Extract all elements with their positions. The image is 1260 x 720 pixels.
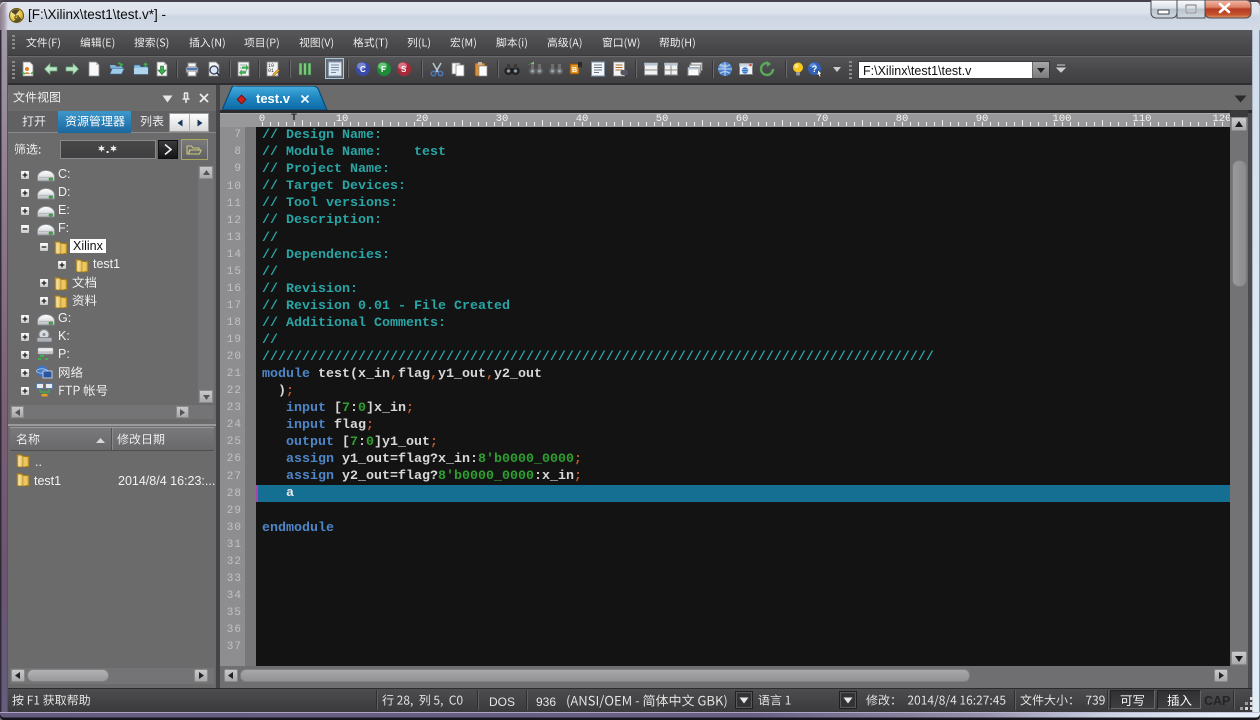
svg-text:S: S [401,65,407,74]
svg-text:C: C [360,65,366,74]
svg-text:01: 01 [268,68,274,74]
svg-text:?: ? [811,64,817,74]
svg-text:B: B [572,67,577,74]
svg-text:F: F [381,65,386,74]
